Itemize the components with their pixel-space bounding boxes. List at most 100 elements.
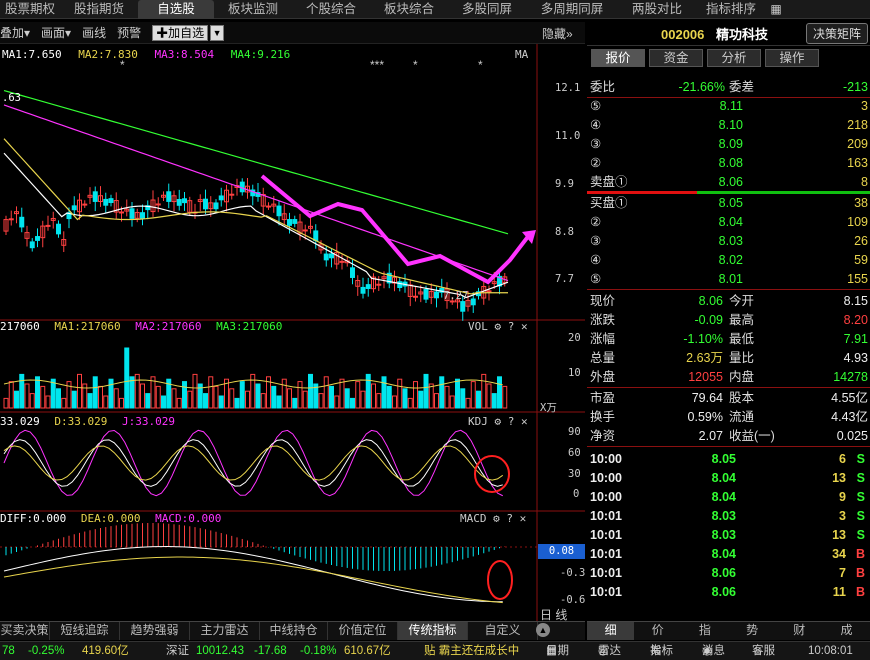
detail-tab-3[interactable]: 势 bbox=[729, 622, 776, 640]
volume-bar bbox=[418, 390, 424, 409]
quote-tab-1[interactable]: 资金 bbox=[649, 49, 703, 67]
candle bbox=[29, 241, 35, 249]
indicator-tab-4[interactable]: 中线持仓 bbox=[260, 622, 328, 640]
quote-tab-3[interactable]: 操作 bbox=[765, 49, 819, 67]
volume-bar bbox=[329, 385, 334, 409]
ask-row: ② 8.08 163 bbox=[587, 154, 870, 173]
tick-row: 10:01 8.04 34 B bbox=[587, 545, 870, 564]
candle bbox=[92, 191, 98, 202]
top-tab-4[interactable]: 个股综合 bbox=[292, 0, 370, 19]
detail-tab-1[interactable]: 价 bbox=[634, 622, 681, 640]
volume-bar bbox=[140, 383, 145, 409]
top-tab-9[interactable]: 指标排序 bbox=[696, 0, 766, 19]
volume-bar bbox=[497, 376, 502, 409]
ask-row: ⑤ 8.11 3 bbox=[587, 97, 870, 116]
top-tab-2[interactable]: 自选股 bbox=[138, 0, 214, 19]
quote-tab-0[interactable]: 报价 bbox=[591, 49, 645, 67]
tick-volume: 34 bbox=[832, 547, 846, 561]
candle bbox=[460, 301, 466, 312]
bid-label: ② bbox=[590, 215, 602, 229]
volume-bar bbox=[108, 378, 114, 409]
volume-bar bbox=[187, 390, 193, 409]
top-tab-3[interactable]: 板块监测 bbox=[214, 0, 292, 19]
candle bbox=[140, 212, 145, 219]
gear-icon[interactable]: ⚙ bbox=[493, 512, 500, 525]
ask-label: 卖盘① bbox=[590, 175, 628, 189]
indicator-tab-1[interactable]: 短线追踪 bbox=[50, 622, 120, 640]
top-tab-5[interactable]: 板块综合 bbox=[370, 0, 448, 19]
volume-bar bbox=[208, 376, 214, 409]
volume-bar bbox=[119, 397, 124, 409]
volume-bar bbox=[176, 397, 182, 409]
overlay-menu[interactable]: 叠加▾ bbox=[0, 24, 30, 41]
candle bbox=[229, 193, 235, 196]
indicator-tab-2[interactable]: 趋势强弱 bbox=[120, 622, 190, 640]
hide-panel-button[interactable]: 隐藏» bbox=[542, 25, 573, 42]
volume-bar bbox=[481, 373, 487, 409]
tick-time: 10:01 bbox=[590, 528, 622, 542]
detail-tab-0[interactable]: 细 bbox=[587, 622, 635, 640]
volume-bar bbox=[434, 393, 439, 409]
close-icon[interactable]: ✕ bbox=[521, 320, 528, 333]
help-icon[interactable]: ? bbox=[506, 512, 513, 525]
quote-label: 内盘 bbox=[729, 370, 755, 384]
quote-value: 14278 bbox=[833, 370, 868, 384]
tick-time: 10:01 bbox=[590, 566, 622, 580]
candle bbox=[266, 205, 271, 208]
tick-row: 10:00 8.04 13 S bbox=[587, 469, 870, 488]
top-tab-7[interactable]: 多周期同屏 bbox=[526, 0, 618, 19]
detail-tab-4[interactable]: 财 bbox=[776, 622, 823, 640]
close-icon[interactable]: ✕ bbox=[520, 512, 527, 525]
indicator-tab-bar: 买卖决策 短线追踪 趋势强弱 主力雷达 中线持仓 价值定位 传统指标 自定义 bbox=[0, 621, 585, 640]
grid-menu-icon[interactable]: ▦ bbox=[766, 0, 786, 18]
add-favorite-button[interactable]: ✚加自选 bbox=[152, 24, 209, 41]
indicator-tab-5[interactable]: 价值定位 bbox=[328, 622, 398, 640]
bid-volume: 59 bbox=[854, 253, 868, 267]
indicator-tab-0[interactable]: 买卖决策 bbox=[0, 622, 50, 640]
fund-label: 流通 bbox=[729, 410, 755, 424]
news-ticker[interactable]: 贴 霸主还在成长中 bbox=[424, 642, 519, 660]
top-tab-1[interactable]: 股指期货 bbox=[60, 0, 138, 19]
scroll-arrow-icon[interactable]: ▲ bbox=[536, 623, 550, 637]
quote-divider bbox=[587, 446, 870, 447]
fund-label: 市盈 bbox=[590, 391, 616, 405]
help-icon[interactable]: ? bbox=[508, 415, 515, 428]
macd-panel-controls: MACD ⚙ ? ✕ bbox=[460, 512, 526, 525]
indicator-tab-7[interactable]: 自定义 bbox=[468, 622, 538, 640]
quote-tab-2[interactable]: 分析 bbox=[707, 49, 761, 67]
decision-matrix-button[interactable]: 决策矩阵 bbox=[805, 23, 868, 44]
volume-bar bbox=[428, 383, 434, 409]
weici-value: -213 bbox=[842, 80, 868, 94]
detail-tab-2[interactable]: 指 bbox=[681, 622, 728, 640]
draw-line-button[interactable]: 画线 bbox=[82, 24, 106, 41]
volume-bar bbox=[171, 388, 177, 409]
quote-row: 外盘 12055 内盘 14278 bbox=[587, 368, 870, 387]
alert-button[interactable]: 预警 bbox=[117, 24, 141, 41]
detail-tab-5[interactable]: 成 bbox=[823, 622, 870, 640]
tick-time: 10:01 bbox=[590, 585, 622, 599]
bid-price: 8.05 bbox=[718, 196, 743, 210]
candle bbox=[423, 288, 429, 300]
vol-panel-controls: VOL ⚙ ? ✕ bbox=[468, 320, 528, 333]
candle bbox=[486, 290, 492, 293]
ask-row: ③ 8.09 209 bbox=[587, 135, 870, 154]
view-menu[interactable]: 画面▾ bbox=[41, 24, 71, 41]
candle bbox=[182, 198, 187, 204]
gear-icon[interactable]: ⚙ bbox=[495, 415, 502, 428]
top-tab-0[interactable]: 股票期权 bbox=[0, 0, 60, 19]
ask-price: 8.06 bbox=[718, 175, 743, 189]
gear-icon[interactable]: ⚙ bbox=[495, 320, 502, 333]
indicator-tab-6[interactable]: 传统指标 bbox=[398, 622, 468, 640]
add-favorite-dropdown[interactable]: ▼ bbox=[210, 24, 225, 41]
volume-bar bbox=[318, 393, 324, 409]
close-icon[interactable]: ✕ bbox=[521, 415, 528, 428]
indicator-tab-3[interactable]: 主力雷达 bbox=[190, 622, 260, 640]
volume-bar bbox=[239, 381, 245, 409]
status-bar: 78 -0.25% 419.60亿 深证 10012.43 -17.68 -0.… bbox=[0, 641, 870, 660]
volume-bar bbox=[113, 388, 119, 409]
quote-row: 涨跌 -0.09 最高 8.20 bbox=[587, 311, 870, 330]
top-tab-8[interactable]: 两股对比 bbox=[618, 0, 696, 19]
top-tab-6[interactable]: 多股同屏 bbox=[448, 0, 526, 19]
volume-bar bbox=[455, 378, 460, 409]
help-icon[interactable]: ? bbox=[508, 320, 515, 333]
